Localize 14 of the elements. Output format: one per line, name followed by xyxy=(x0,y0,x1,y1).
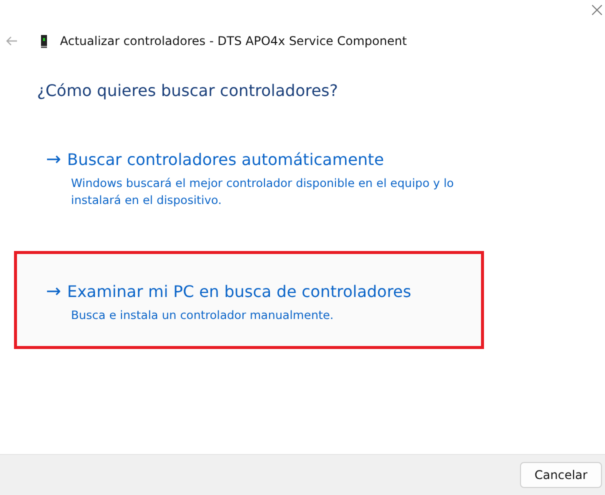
arrow-icon: → xyxy=(46,282,62,300)
heading: ¿Cómo quieres buscar controladores? xyxy=(37,81,339,100)
option-title: Buscar controladores automáticamente xyxy=(67,150,384,169)
option-link[interactable]: → Buscar controladores automáticamente Windows buscará el mejor controlador disponible en el equipo y lo instalará en el dispositivo. xyxy=(14,135,484,224)
option-title: Examinar mi PC en busca de controladores xyxy=(67,282,412,301)
option-link[interactable]: → Examinar mi PC en busca de controladores Busca e instala un controlador manualmente. xyxy=(14,251,484,349)
cancel-button[interactable]: Cancelar xyxy=(520,462,602,488)
arrow-icon: → xyxy=(46,150,62,168)
close-icon[interactable] xyxy=(592,5,602,15)
option-description: Busca e instala un controlador manualmente. xyxy=(71,307,335,324)
option-description: Windows buscará el mejor controlador disponible en el equipo y lo instalará en el dispositivo. xyxy=(71,175,455,209)
window-title: Actualizar controladores - DTS APO4x Service Component xyxy=(60,34,407,48)
device-icon xyxy=(41,34,47,48)
back-arrow-icon[interactable] xyxy=(6,36,18,46)
